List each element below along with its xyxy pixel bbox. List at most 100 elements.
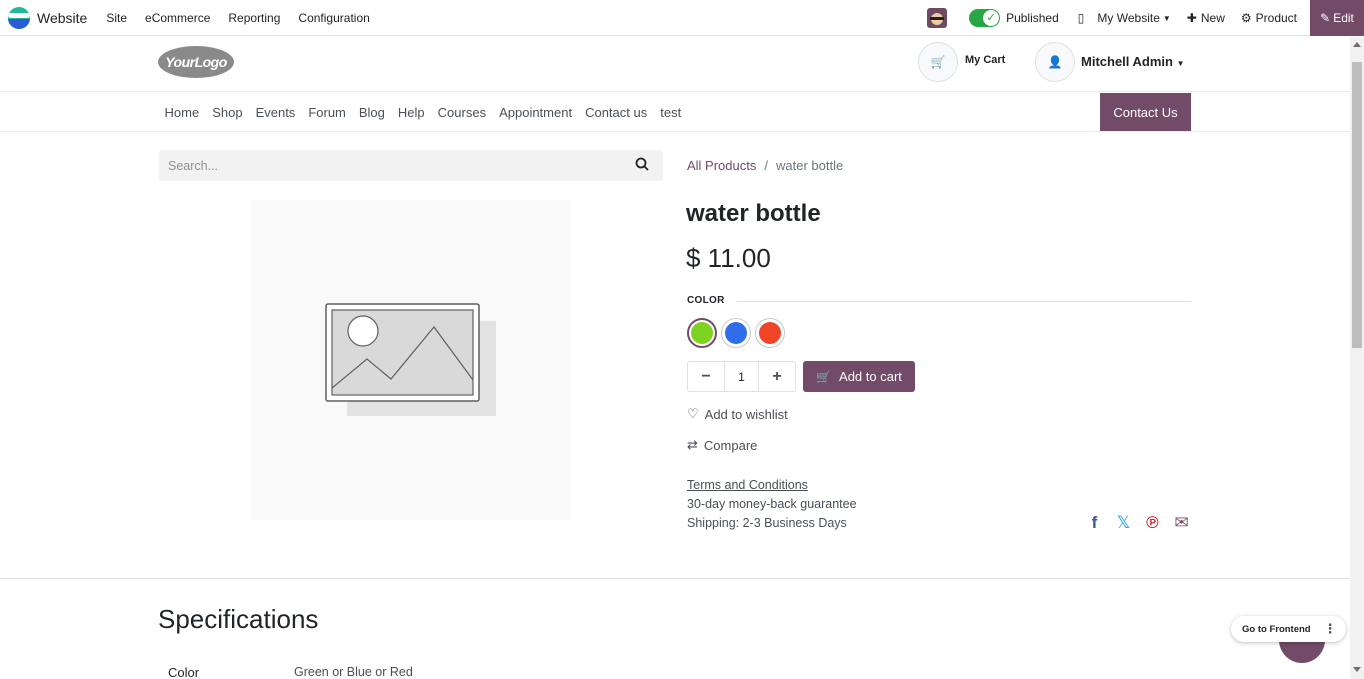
top-menu: Site eCommerce Reporting Configuration [97, 11, 378, 25]
product-image[interactable] [251, 200, 571, 520]
caret-down-icon: ▼ [1162, 13, 1171, 23]
new-label: New [1200, 11, 1225, 25]
share-links: f 𝕏 ℗ ✉ [1085, 513, 1201, 533]
mobile-icon: ▯ [1077, 11, 1085, 25]
cart-label[interactable]: My Cart [965, 54, 1005, 66]
menu-configuration[interactable]: Configuration [289, 11, 378, 25]
user-icon: 👤 [1047, 55, 1063, 69]
user-avatar[interactable] [927, 8, 948, 28]
compare-label: Compare [703, 437, 758, 453]
product-price: $ 11.00 [686, 243, 771, 273]
plus-icon: + [772, 367, 782, 385]
decrease-quantity-button[interactable]: − [688, 362, 724, 391]
scroll-up-arrow-icon[interactable] [1353, 42, 1361, 47]
cart-icon: 🛒 [816, 369, 832, 384]
spec-value: Green or Blue or Red [294, 665, 413, 679]
facebook-icon[interactable]: f [1085, 513, 1104, 533]
add-to-cart-label: Add to cart [839, 369, 902, 384]
top-bar-actions: Published ▯ My Website ▼ ✚ New ⚙ Product… [927, 0, 1364, 36]
specifications-title: Specifications [158, 604, 319, 634]
website-selector-label: My Website [1097, 11, 1160, 25]
breadcrumb: All Products / water bottle [687, 158, 843, 173]
more-options-icon[interactable]: ⋮ [1321, 620, 1339, 638]
nav-appointment[interactable]: Appointment [493, 105, 579, 120]
swatch-fill [759, 322, 781, 344]
product-title: water bottle [686, 200, 821, 227]
edit-button[interactable]: ✎ Edit [1310, 0, 1364, 36]
caret-down-icon: ▼ [1176, 59, 1185, 68]
nav-events[interactable]: Events [249, 105, 302, 120]
increase-quantity-button[interactable]: + [759, 362, 795, 391]
minus-icon: − [701, 367, 711, 385]
quantity-stepper: − 1 + [687, 361, 796, 392]
search-input[interactable] [159, 150, 619, 181]
nav-items: Home Shop Events Forum Blog Help Courses… [158, 92, 688, 132]
website-app-icon [8, 6, 30, 29]
cart-button[interactable]: 🛒 [918, 42, 958, 82]
product-search [159, 150, 663, 181]
swatch-fill [725, 322, 747, 344]
published-toggle[interactable] [969, 9, 1001, 27]
compare-link[interactable]: ⇄ Compare [687, 437, 757, 453]
cart-icon: 🛒 [930, 55, 946, 69]
app-name: Website [37, 9, 88, 26]
menu-ecommerce[interactable]: eCommerce [136, 11, 219, 25]
color-swatch-red[interactable] [755, 318, 785, 348]
attribute-divider [737, 301, 1191, 302]
nav-forum[interactable]: Forum [302, 105, 353, 120]
wishlist-label: Add to wishlist [704, 406, 788, 422]
site-nav: Home Shop Events Forum Blog Help Courses… [0, 92, 1350, 132]
exchange-icon: ⇄ [687, 437, 698, 452]
nav-home[interactable]: Home [158, 105, 206, 120]
image-placeholder-icon [325, 303, 496, 416]
breadcrumb-separator: / [764, 158, 768, 173]
shipping-text: Shipping: 2-3 Business Days [687, 516, 847, 530]
email-icon[interactable]: ✉ [1172, 513, 1191, 533]
gear-icon: ⚙ [1240, 11, 1252, 25]
user-menu[interactable]: Mitchell Admin ▼ [1081, 54, 1185, 69]
pinterest-icon[interactable]: ℗ [1143, 513, 1162, 533]
nav-contact[interactable]: Contact us [579, 105, 654, 120]
x-twitter-icon[interactable]: 𝕏 [1114, 513, 1133, 533]
user-button[interactable]: 👤 [1035, 42, 1075, 82]
page-scrollbar[interactable] [1350, 37, 1364, 679]
quantity-input[interactable]: 1 [724, 362, 759, 391]
menu-site[interactable]: Site [97, 11, 136, 25]
terms-link[interactable]: Terms and Conditions [687, 478, 808, 492]
site-logo[interactable]: YourLogo [158, 46, 234, 78]
swatch-fill [691, 322, 713, 344]
breadcrumb-all-products[interactable]: All Products [687, 158, 756, 173]
mobile-preview-button[interactable]: ▯ [1078, 11, 1085, 25]
scroll-down-arrow-icon[interactable] [1353, 667, 1361, 672]
nav-blog[interactable]: Blog [352, 105, 391, 120]
app-brand[interactable]: Website [8, 6, 88, 29]
product-label: Product [1255, 11, 1297, 25]
nav-test[interactable]: test [654, 105, 688, 120]
guarantee-text: 30-day money-back guarantee [687, 497, 857, 511]
edit-label: Edit [1333, 11, 1354, 25]
add-to-wishlist-link[interactable]: ♡ Add to wishlist [687, 406, 788, 422]
color-swatch-blue[interactable] [721, 318, 751, 348]
breadcrumb-current: water bottle [776, 158, 844, 173]
nav-courses[interactable]: Courses [431, 105, 492, 120]
section-divider [0, 578, 1350, 579]
site-header: YourLogo 🛒 My Cart 👤 Mitchell Admin ▼ [0, 37, 1350, 92]
menu-reporting[interactable]: Reporting [219, 11, 289, 25]
color-attribute-label: COLOR [687, 295, 725, 306]
color-swatch-green[interactable] [687, 318, 717, 348]
user-name: Mitchell Admin [1081, 54, 1173, 69]
scroll-thumb[interactable] [1352, 62, 1362, 348]
nav-help[interactable]: Help [391, 105, 431, 120]
spec-key: Color [168, 665, 200, 679]
new-button[interactable]: ✚ New [1187, 11, 1225, 25]
website-selector[interactable]: My Website ▼ [1097, 11, 1170, 25]
go-to-frontend-pill: Go to Frontend ⋮ [1231, 616, 1346, 642]
nav-shop[interactable]: Shop [206, 105, 249, 120]
published-label: Published [1006, 11, 1059, 25]
product-button[interactable]: ⚙ Product [1241, 11, 1297, 25]
search-icon[interactable] [635, 157, 649, 171]
contact-us-button[interactable]: Contact Us [1100, 93, 1191, 131]
add-to-cart-button[interactable]: 🛒 Add to cart [803, 361, 915, 392]
heart-icon: ♡ [687, 406, 699, 421]
go-to-frontend-button[interactable]: Go to Frontend [1242, 624, 1311, 635]
